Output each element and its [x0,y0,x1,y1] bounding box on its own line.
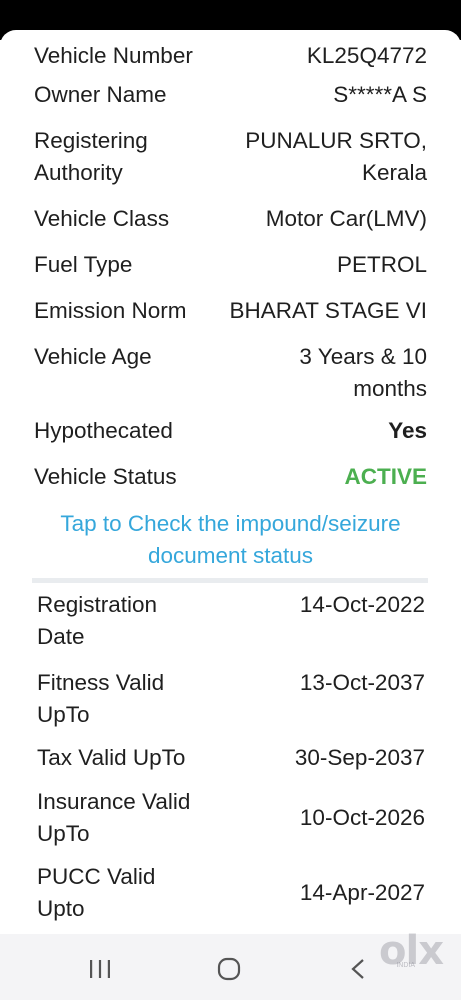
fitness-valid-label: Fitness Valid UpTo [37,670,165,727]
vehicle-status-badge: ACTIVE [344,464,427,489]
tax-valid-label: Tax Valid UpTo [37,745,186,770]
pucc-valid-value: 14-Apr-2027 [299,880,425,905]
pucc-valid-row: PUCC Valid Upto 14-Apr-2027 [37,861,425,925]
fuel-type-value: PETROL [336,252,427,277]
registration-date-row: Registration Date 14-Oct-2022 [37,589,425,653]
fitness-valid-row: Fitness Valid UpTo 13-Oct-2037 [37,667,425,731]
recent-apps-icon [90,960,110,978]
tax-valid-value: 30-Sep-2037 [294,745,425,770]
hypothecated-row: Hypothecated Yes [34,415,427,447]
back-button[interactable] [338,951,378,987]
registering-authority-value: PUNALUR SRTO, Kerala [245,128,427,185]
pucc-valid-label: PUCC Valid Upto [37,864,156,921]
vehicle-age-label: Vehicle Age [34,344,152,369]
insurance-valid-value: 10-Oct-2026 [299,805,425,830]
vehicle-status-row: Vehicle Status ACTIVE [34,461,427,493]
tax-valid-row: Tax Valid UpTo 30-Sep-2037 [37,742,425,774]
back-chevron-icon [351,959,364,979]
vehicle-number-row: Vehicle Number KL25Q4772 [34,40,427,72]
vehicle-status-label: Vehicle Status [34,464,177,489]
emission-norm-label: Emission Norm [34,298,187,323]
vehicle-age-value: 3 Years & 10 months [299,344,427,401]
emission-norm-row: Emission Norm BHARAT STAGE VI [34,295,427,327]
fuel-type-row: Fuel Type PETROL [34,249,427,281]
registration-date-label: Registration Date [37,592,158,649]
registering-authority-label: Registering Authority [34,128,148,185]
impound-status-link[interactable]: Tap to Check the impound/seizure documen… [0,508,461,572]
recent-apps-button[interactable] [80,951,120,987]
emission-norm-value: BHARAT STAGE VI [229,298,427,323]
registering-authority-row: Registering Authority PUNALUR SRTO, Kera… [34,125,427,189]
home-icon [217,957,241,981]
fitness-valid-value: 13-Oct-2037 [299,670,425,695]
hypothecated-label: Hypothecated [34,418,173,443]
vehicle-class-value: Motor Car(LMV) [265,206,427,231]
vehicle-number-value: KL25Q4772 [306,43,427,68]
insurance-valid-label: Insurance Valid UpTo [37,789,191,846]
owner-name-value: S*****A S [333,82,427,107]
home-button[interactable] [209,951,249,987]
registration-date-value: 14-Oct-2022 [299,592,425,617]
section-divider [32,578,428,583]
owner-name-row: Owner Name S*****A S [34,79,427,111]
hypothecated-value: Yes [388,418,427,443]
vehicle-class-label: Vehicle Class [34,206,170,231]
fuel-type-label: Fuel Type [34,252,133,277]
vehicle-class-row: Vehicle Class Motor Car(LMV) [34,203,427,235]
vehicle-age-row: Vehicle Age 3 Years & 10 months [34,341,427,405]
insurance-valid-row: Insurance Valid UpTo 10-Oct-2026 [37,786,425,850]
olx-watermark-sub: INDIA [396,962,415,969]
vehicle-number-label: Vehicle Number [34,43,193,68]
owner-name-label: Owner Name [34,82,167,107]
